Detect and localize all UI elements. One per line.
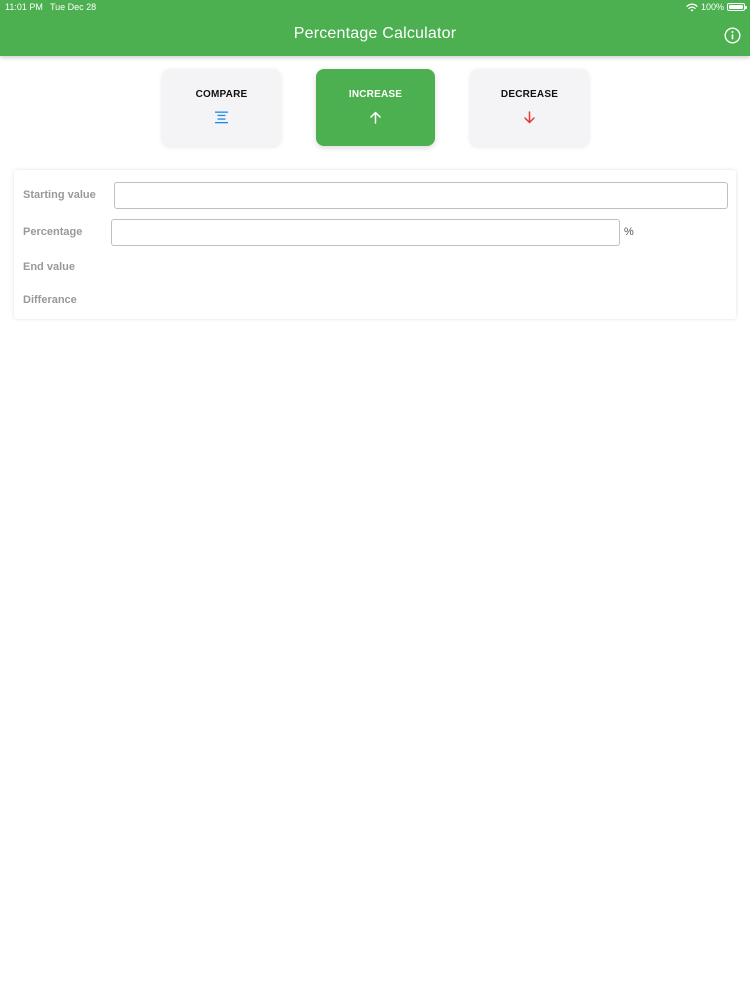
difference-label: Differance bbox=[23, 294, 77, 306]
end-value-label: End value bbox=[23, 261, 75, 273]
battery-icon bbox=[727, 3, 747, 11]
decrease-label: DECREASE bbox=[500, 89, 559, 100]
battery-percent: 100% bbox=[700, 2, 724, 12]
app-header: 11:01 PM Tue Dec 28 100% Percentage Calc… bbox=[0, 0, 750, 56]
status-indicators: 100% bbox=[686, 1, 747, 13]
calculator-form: Starting value Percentage % End value Di… bbox=[14, 170, 736, 319]
compare-label: COMPARE bbox=[195, 89, 248, 100]
info-circle-icon[interactable] bbox=[724, 27, 741, 44]
percent-unit: % bbox=[624, 226, 634, 238]
starting-value-input[interactable] bbox=[114, 182, 728, 209]
arrow-down-icon bbox=[524, 111, 535, 124]
increase-label: INCREASE bbox=[348, 89, 403, 100]
compare-mode-button[interactable]: COMPARE bbox=[162, 69, 281, 146]
starting-value-label: Starting value bbox=[23, 189, 96, 201]
percentage-input[interactable] bbox=[111, 219, 620, 246]
wifi-icon bbox=[686, 3, 698, 12]
status-time: 11:01 PM bbox=[5, 2, 43, 12]
decrease-mode-button[interactable]: DECREASE bbox=[470, 69, 589, 146]
status-date: Tue Dec 28 bbox=[50, 2, 97, 12]
percentage-label: Percentage bbox=[23, 226, 83, 238]
page-title: Percentage Calculator bbox=[293, 25, 457, 42]
align-center-icon bbox=[215, 111, 228, 124]
increase-mode-button[interactable]: INCREASE bbox=[316, 69, 435, 146]
arrow-up-icon bbox=[370, 111, 381, 124]
